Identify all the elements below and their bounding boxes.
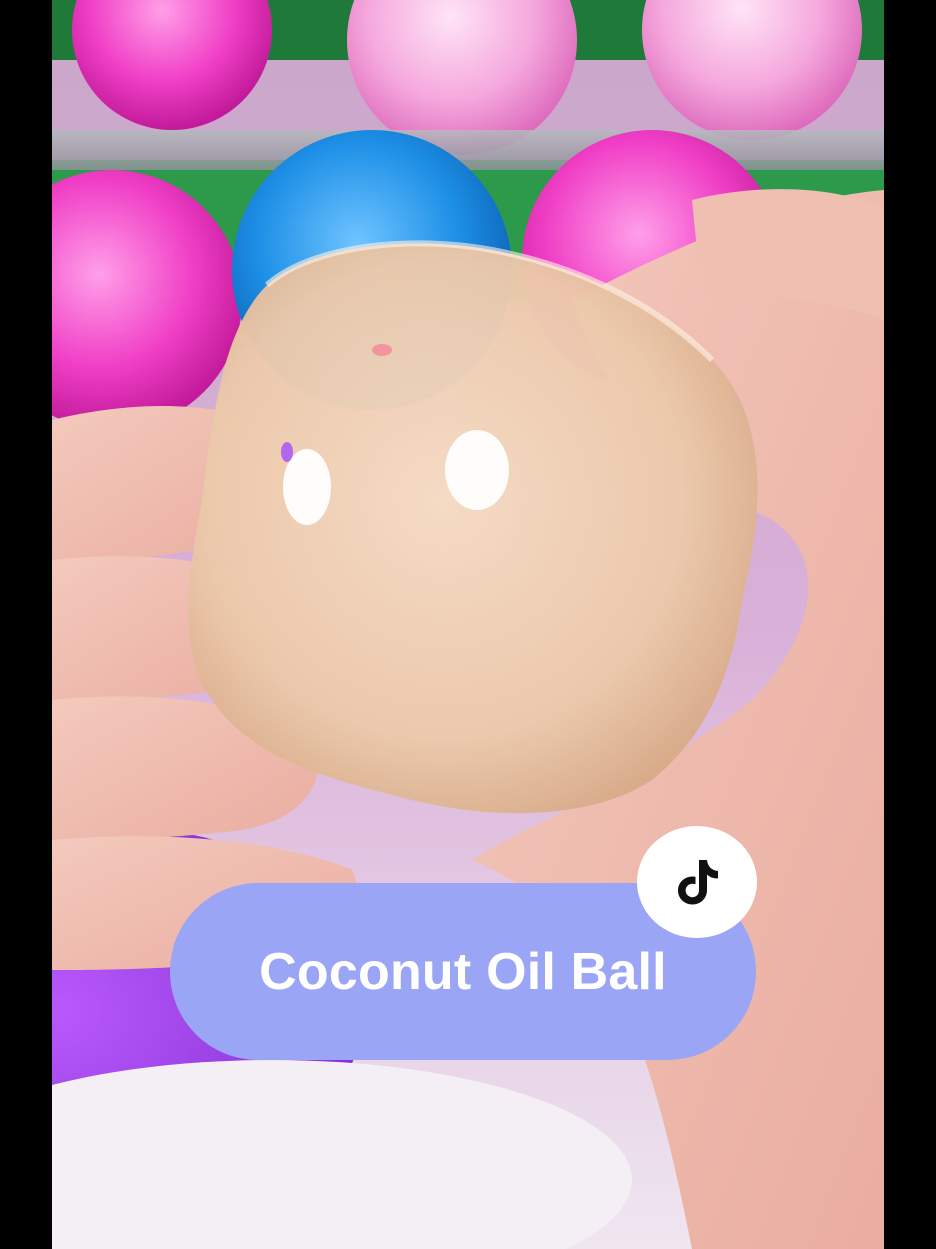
video-frame: Coconut Oil Ball bbox=[0, 0, 936, 1249]
video-scene-image bbox=[52, 0, 884, 1249]
video-content[interactable] bbox=[52, 0, 884, 1249]
caption-text: Coconut Oil Ball bbox=[259, 942, 667, 1001]
tiktok-note-icon bbox=[678, 860, 718, 905]
tiktok-logo-badge[interactable] bbox=[637, 826, 757, 938]
